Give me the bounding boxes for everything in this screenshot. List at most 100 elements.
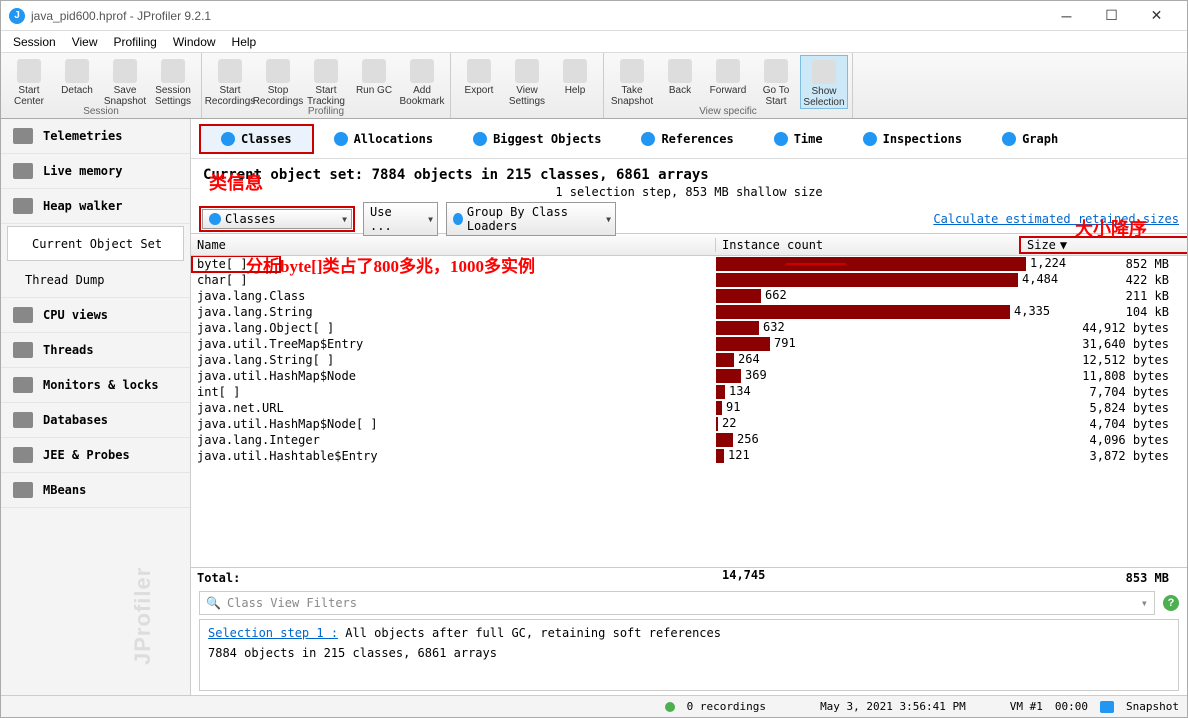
table-row[interactable]: java.lang.String4,335104 kB [191,304,1187,320]
classes-icon [221,132,235,146]
sidebar-item-threads[interactable]: Threads [1,333,190,368]
take-snapshot-icon [620,59,644,83]
selection-step-link[interactable]: Selection step 1 : [208,626,338,640]
use-combo[interactable]: Use ... [363,202,438,236]
search-icon: 🔍 [206,596,221,610]
go-to-start-icon [764,59,788,83]
menubar: SessionViewProfilingWindowHelp [1,31,1187,53]
go-to-start-button[interactable]: Go To Start [752,55,800,107]
toolbar: Start CenterDetachSave SnapshotSession S… [1,53,1187,119]
run-gc-icon [362,59,386,83]
status-date: May 3, 2021 3:56:41 PM [820,700,966,713]
group-by-classloaders-button[interactable]: Group By Class Loaders [446,202,616,236]
menu-window[interactable]: Window [165,33,224,51]
save-snapshot-button[interactable]: Save Snapshot [101,55,149,107]
dropdown-icon: ▾ [1141,596,1148,610]
tab-allocations[interactable]: Allocations [314,126,453,152]
cpu-views-icon [13,307,33,323]
filter-bar: Classes Use ... Group By Class Loaders C… [191,205,1187,233]
sidebar-item-jee-probes[interactable]: JEE & Probes [1,438,190,473]
sidebar-item-current-object-set[interactable]: Current Object Set [7,226,184,261]
table-row[interactable]: byte[ ]1,224852 MB [191,256,1187,272]
tab-time[interactable]: Time [754,126,843,152]
table-row[interactable]: java.util.Hashtable$Entry1213,872 bytes [191,448,1187,464]
sidebar-item-databases[interactable]: Databases [1,403,190,438]
start-tracking-button[interactable]: Start Tracking [302,55,350,107]
menu-profiling[interactable]: Profiling [106,33,165,51]
detach-button[interactable]: Detach [53,55,101,96]
col-size[interactable]: Size▼ [1021,238,1187,252]
sidebar-item-live-memory[interactable]: Live memory [1,154,190,189]
allocations-icon [334,132,348,146]
start-recordings-button[interactable]: Start Recordings [206,55,254,107]
tab-biggest-objects[interactable]: Biggest Objects [453,126,621,152]
start-center-button[interactable]: Start Center [5,55,53,107]
sidebar-item-heap-walker[interactable]: Heap walker [1,189,190,224]
sidebar-item-telemetries[interactable]: Telemetries [1,119,190,154]
table-row[interactable]: java.util.HashMap$Node36911,808 bytes [191,368,1187,384]
col-name[interactable]: Name [191,238,716,252]
table-row[interactable]: java.util.HashMap$Node[ ]224,704 bytes [191,416,1187,432]
live-memory-icon [13,163,33,179]
tab-classes[interactable]: Classes [199,124,314,154]
tab-inspections[interactable]: Inspections [843,126,982,152]
app-icon: J [9,8,25,24]
statusbar: 0 recordings May 3, 2021 3:56:41 PM VM #… [1,695,1187,717]
session-settings-icon [161,59,185,83]
back-button[interactable]: Back [656,55,704,96]
table-row[interactable]: java.lang.Class662211 kB [191,288,1187,304]
minimize-button[interactable]: ─ [1044,2,1089,30]
status-time: 00:00 [1055,700,1088,713]
add-bookmark-icon [410,59,434,83]
sidebar-item-cpu-views[interactable]: CPU views [1,298,190,333]
table-row[interactable]: java.lang.Object[ ]63244,912 bytes [191,320,1187,336]
inspections-icon [863,132,877,146]
tab-graph[interactable]: Graph [982,126,1078,152]
help-icon[interactable]: ? [1163,595,1179,611]
close-button[interactable]: ✕ [1134,2,1179,30]
stop-recordings-button[interactable]: Stop Recordings [254,55,302,107]
session-settings-button[interactable]: Session Settings [149,55,197,107]
back-icon [668,59,692,83]
help-button[interactable]: Help [551,55,599,96]
table-row[interactable]: java.util.TreeMap$Entry79131,640 bytes [191,336,1187,352]
sidebar-item-mbeans[interactable]: MBeans [1,473,190,508]
start-center-icon [17,59,41,83]
add-bookmark-button[interactable]: Add Bookmark [398,55,446,107]
start-tracking-icon [314,59,338,83]
table-row[interactable]: int[ ]1347,704 bytes [191,384,1187,400]
mbeans-icon [13,482,33,498]
run-gc-button[interactable]: Run GC [350,55,398,96]
sort-desc-icon: ▼ [1060,238,1067,252]
maximize-button[interactable]: ☐ [1089,2,1134,30]
take-snapshot-button[interactable]: Take Snapshot [608,55,656,107]
table-footer: Total: 14,745 853 MB [191,567,1187,587]
threads-icon [13,342,33,358]
status-vm: VM #1 [1010,700,1043,713]
heap-walker-icon [13,198,33,214]
table-row[interactable]: java.lang.Integer2564,096 bytes [191,432,1187,448]
class-table: Name Instance count Size▼ byte[ ]1,22485… [191,233,1187,587]
show-selection-button[interactable]: Show Selection [800,55,848,109]
col-instance-count[interactable]: Instance count [716,238,1021,252]
menu-view[interactable]: View [64,33,106,51]
sidebar-item-monitors-locks[interactable]: Monitors & locks [1,368,190,403]
object-set-subheading: 1 selection step, 853 MB shallow size [191,183,1187,205]
menu-help[interactable]: Help [224,33,265,51]
calculate-retained-link[interactable]: Calculate estimated retained sizes [933,212,1179,226]
forward-button[interactable]: Forward [704,55,752,96]
classes-combo[interactable]: Classes [202,209,352,229]
sidebar-item-thread-dump[interactable]: Thread Dump [1,263,190,298]
table-row[interactable]: java.lang.String[ ]26412,512 bytes [191,352,1187,368]
table-row[interactable]: java.net.URL915,824 bytes [191,400,1187,416]
view-settings-button[interactable]: View Settings [503,55,551,107]
class-view-filter[interactable]: 🔍 Class View Filters ▾ [199,591,1155,615]
save-snapshot-icon [113,59,137,83]
time-icon [774,132,788,146]
tab-references[interactable]: References [621,126,753,152]
table-row[interactable]: char[ ]4,484422 kB [191,272,1187,288]
menu-session[interactable]: Session [5,33,64,51]
export-button[interactable]: Export [455,55,503,96]
biggest-objects-icon [473,132,487,146]
content: ClassesAllocationsBiggest ObjectsReferen… [191,119,1187,695]
